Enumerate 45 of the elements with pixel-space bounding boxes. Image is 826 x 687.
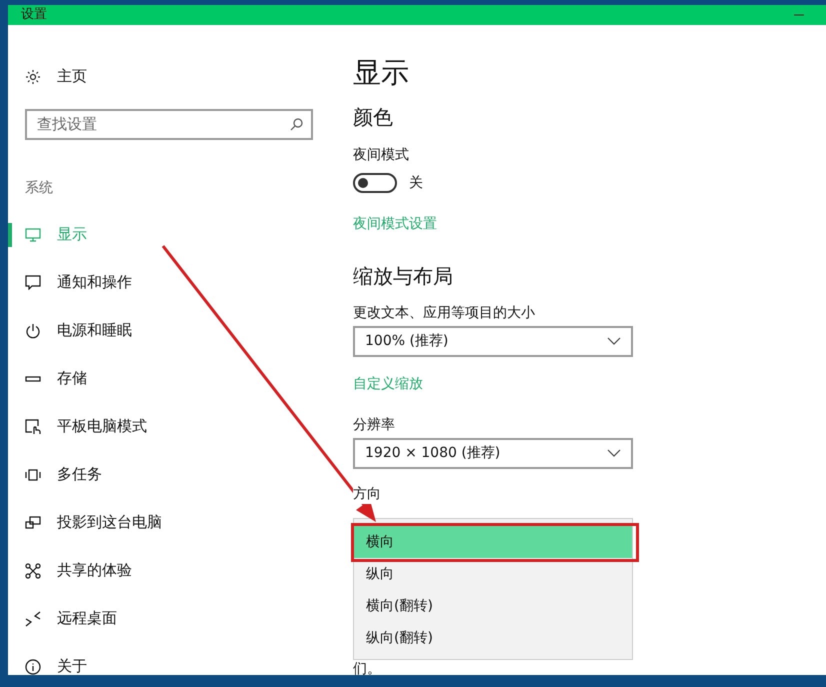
sidebar-item[interactable]: 多任务 xyxy=(8,450,330,498)
remote-icon xyxy=(25,610,41,626)
chevron-down-icon xyxy=(607,337,621,345)
setting-label: 分辨率 xyxy=(353,416,396,434)
search-field[interactable]: 查找设置 xyxy=(25,108,313,140)
dropdown-option[interactable]: 纵向 xyxy=(354,558,632,590)
sidebar-item[interactable]: 电源和睡眠 xyxy=(8,306,330,354)
sidebar-item[interactable]: 投影到这台电脑 xyxy=(8,498,330,546)
tablet-icon xyxy=(25,418,41,434)
info-icon xyxy=(25,658,41,674)
dropdown[interactable]: 100% (推荐) xyxy=(353,326,633,356)
nodes-icon xyxy=(25,562,41,578)
dropdown-option[interactable]: 横向(翻转) xyxy=(354,590,632,622)
sidebar-item[interactable]: 共享的体验 xyxy=(8,546,330,594)
monitor-icon xyxy=(25,228,41,242)
sidebar-item[interactable]: 存储 xyxy=(8,354,330,402)
message-icon xyxy=(25,275,41,290)
window-title: 设置 xyxy=(21,6,47,24)
gear-icon xyxy=(25,68,41,84)
toggle-state: 关 xyxy=(409,174,423,192)
section-label: 系统 xyxy=(24,178,54,198)
home-item[interactable]: 主页 xyxy=(8,64,330,88)
search-icon xyxy=(290,118,303,130)
setting-label: 更改文本、应用等项目的大小 xyxy=(353,304,536,322)
sidebar-item[interactable]: 通知和操作 xyxy=(8,258,330,306)
selection-bar xyxy=(8,222,12,246)
sidebar-item[interactable]: 平板电脑模式 xyxy=(8,402,330,450)
toggle-switch[interactable] xyxy=(353,173,397,193)
dropdown-option[interactable]: 纵向(翻转) xyxy=(354,622,632,654)
sidebar-item[interactable]: 关于 xyxy=(8,642,330,687)
sidebar-item[interactable]: 远程桌面 xyxy=(8,594,330,642)
page-title: 显示 xyxy=(353,54,410,90)
dropdown-option[interactable]: 横向 xyxy=(354,526,632,558)
dropdown[interactable]: 1920 × 1080 (推荐) xyxy=(353,438,633,468)
section-heading: 颜色 xyxy=(353,104,394,130)
chevron-down-icon xyxy=(607,449,621,457)
body-text: 们。 xyxy=(353,662,382,676)
power-icon xyxy=(25,322,41,338)
drive-icon xyxy=(25,376,41,382)
section-heading: 缩放与布局 xyxy=(353,262,454,290)
minimize-icon[interactable] xyxy=(794,14,804,16)
projector-icon xyxy=(25,516,41,530)
setting-label: 方向 xyxy=(353,484,381,504)
multitask-icon xyxy=(25,468,41,480)
setting-label: 夜间模式 xyxy=(353,146,410,164)
